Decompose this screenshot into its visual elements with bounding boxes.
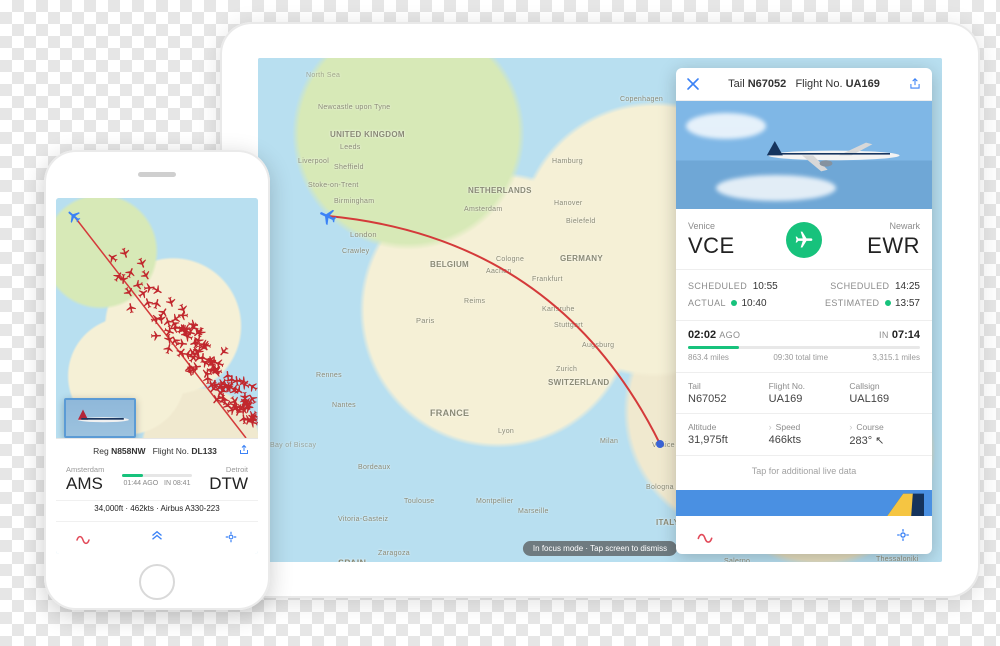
elapsed-distance: 863.4 miles	[688, 353, 729, 362]
aircraft-thumbnail[interactable]	[64, 398, 136, 438]
tail-value: N67052	[688, 393, 759, 405]
elapsed-time: 02:02	[688, 329, 716, 341]
tail-label: Tail	[688, 381, 759, 391]
elapsed-suffix: AGO	[719, 330, 740, 340]
origin-code: AMS	[66, 474, 122, 494]
dest-city: Newark	[828, 221, 920, 231]
airplane-icon[interactable]	[124, 300, 138, 314]
flight-info-card: Tail N67052 Flight No. UA169	[676, 68, 932, 554]
tap-more-button[interactable]: Tap for additional live data	[676, 456, 932, 490]
origin-city: Venice	[688, 221, 780, 231]
speed-value: 466kts	[769, 434, 840, 446]
track-log-icon[interactable]	[74, 528, 92, 546]
status-dot-icon	[731, 300, 737, 306]
speed-label: Speed	[776, 422, 801, 432]
airplane-icon[interactable]	[150, 330, 162, 342]
arrival-times: SCHEDULED 14:25 ESTIMATED 13:57	[804, 278, 920, 312]
arr-estimated-label: ESTIMATED	[825, 298, 879, 308]
remaining-prefix: IN	[879, 330, 889, 340]
id-row: Tail N67052 Flight No. UA169 Callsign UAL16…	[676, 373, 932, 414]
reg-label: Reg	[93, 446, 109, 456]
flight-value: UA169	[769, 393, 840, 405]
direction-icon	[786, 222, 822, 258]
dest-code: DTW	[192, 474, 248, 494]
status-dot-icon	[885, 300, 891, 306]
arr-scheduled: 14:25	[895, 281, 920, 292]
progress-row: 02:02 AGO IN 07:14 863.4 miles 09:30 tot…	[676, 321, 932, 373]
flight-label: Flight No.	[795, 78, 842, 90]
chevron-right-icon: ›	[769, 422, 772, 432]
origin-code: VCE	[688, 233, 780, 259]
dest-city: Detroit	[192, 465, 248, 474]
airplane-icon[interactable]	[237, 404, 249, 416]
airplane-icon[interactable]	[222, 382, 235, 395]
airplane-icon[interactable]	[117, 246, 132, 261]
flight-label: Flight No.	[153, 446, 189, 456]
ipad-device: North Sea UNITED KINGDOM Newcastle upon …	[220, 22, 980, 598]
home-button[interactable]	[139, 564, 175, 600]
total-time: 09:30 total time	[773, 353, 828, 362]
altitude-label: Altitude	[688, 422, 759, 432]
close-icon[interactable]	[684, 75, 702, 93]
airplane-icon[interactable]	[155, 313, 169, 327]
flight-value: UA169	[846, 78, 880, 90]
remaining-distance: 3,315.1 miles	[872, 353, 920, 362]
locate-icon[interactable]	[892, 524, 914, 546]
route-row: Amsterdam AMS 01:44 AGO IN 08:41 Detroit…	[56, 463, 258, 500]
course-value: 283° ↖	[849, 434, 920, 447]
phone-speaker	[138, 172, 176, 177]
times-row: SCHEDULED 10:55 ACTUAL 10:40 SCHEDULED 1…	[676, 270, 932, 321]
dest-code: EWR	[828, 233, 920, 259]
reg-value: N858NW	[111, 446, 145, 456]
remaining-time: 07:14	[892, 329, 920, 341]
share-icon[interactable]	[234, 444, 250, 458]
course-label: Course	[856, 422, 883, 432]
origin-city: Amsterdam	[66, 465, 122, 474]
remaining: IN 08:41	[164, 480, 190, 487]
card-bottom-bar	[56, 521, 258, 554]
tail-value: N67052	[748, 78, 787, 90]
flight-label: Flight No.	[769, 381, 840, 391]
progress: 01:44 AGO IN 08:41	[122, 472, 192, 487]
telemetry-row: Altitude 31,975ft › Speed 466kts › Course 283…	[676, 414, 932, 456]
arr-estimated: 13:57	[895, 298, 920, 309]
focus-mode-banner[interactable]: In focus mode · Tap screen to dismiss	[523, 541, 677, 556]
aircraft-meta: 34,000ft · 462kts · Airbus A330-223	[56, 500, 258, 521]
airplane-icon	[66, 400, 134, 436]
airplane-icon	[736, 133, 916, 173]
dep-actual-label: ACTUAL	[688, 298, 726, 308]
ipad-screen[interactable]: North Sea UNITED KINGDOM Newcastle upon …	[258, 58, 942, 562]
chevron-right-icon: ›	[849, 422, 852, 432]
tail-label: Tail	[728, 78, 745, 90]
card-bottom-bar	[676, 516, 932, 554]
arr-scheduled-label: SCHEDULED	[830, 281, 889, 291]
progress-bar	[122, 474, 192, 477]
departure-times: SCHEDULED 10:55 ACTUAL 10:40	[688, 278, 804, 312]
share-icon[interactable]	[906, 75, 924, 93]
flight-info-card: Reg N858NW Flight No. DL133 Amsterdam AM…	[56, 438, 258, 554]
elapsed: 01:44 AGO	[124, 480, 159, 487]
route-row: Venice VCE Newark EWR	[676, 209, 932, 270]
locate-icon[interactable]	[222, 528, 240, 546]
flight-value: DL133	[191, 446, 217, 456]
card-header: Reg N858NW Flight No. DL133	[56, 439, 258, 463]
altitude-value: 31,975ft	[688, 434, 759, 446]
card-title: Tail N67052 Flight No. UA169	[702, 78, 906, 90]
progress-bar	[688, 346, 920, 349]
dep-actual: 10:40	[741, 298, 766, 309]
dep-scheduled-label: SCHEDULED	[688, 281, 747, 291]
track-log-icon[interactable]	[694, 524, 716, 546]
iphone-screen[interactable]: Reg N858NW Flight No. DL133 Amsterdam AM…	[56, 198, 258, 554]
iphone-device: Reg N858NW Flight No. DL133 Amsterdam AM…	[44, 150, 270, 610]
callsign-label: Callsign	[849, 381, 920, 391]
tailfin-icon	[884, 492, 924, 516]
callsign-value: UAL169	[849, 393, 920, 405]
airline-livery-bar	[676, 490, 932, 516]
aircraft-photo	[676, 101, 932, 209]
dep-scheduled: 10:55	[753, 281, 778, 292]
card-header: Tail N67052 Flight No. UA169	[676, 68, 932, 101]
destination: Newark EWR	[828, 221, 920, 259]
chevron-up-icon[interactable]	[148, 528, 166, 546]
origin: Venice VCE	[688, 221, 780, 259]
